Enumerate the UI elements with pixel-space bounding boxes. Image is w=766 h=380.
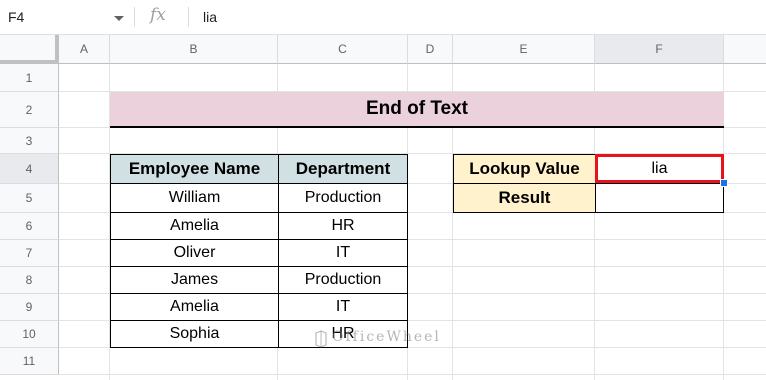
watermark: OfficeWheel <box>332 329 441 345</box>
divider <box>134 7 135 27</box>
row-header-11[interactable]: 11 <box>0 348 59 375</box>
row-header-3[interactable]: 3 <box>0 128 59 154</box>
row-header-7[interactable]: 7 <box>0 240 59 267</box>
column-header-a[interactable]: A <box>59 35 110 64</box>
table-cell-department[interactable]: IT <box>278 239 408 267</box>
column-header-e[interactable]: E <box>453 35 595 64</box>
row-header-5[interactable]: 5 <box>0 184 59 213</box>
select-all-corner[interactable] <box>0 35 59 64</box>
table-cell-name[interactable]: Amelia <box>110 293 279 321</box>
sheet-title[interactable]: End of Text <box>110 92 724 128</box>
row-header-8[interactable]: 8 <box>0 267 59 294</box>
table-cell-name[interactable]: William <box>110 183 279 213</box>
table-cell-name[interactable]: Sophia <box>110 320 279 348</box>
table-cell-name[interactable]: James <box>110 266 279 294</box>
table-cell-department[interactable]: Production <box>278 266 408 294</box>
result-label[interactable]: Result <box>453 183 596 213</box>
row-header-9[interactable]: 9 <box>0 294 59 321</box>
column-header-c[interactable]: C <box>278 35 408 64</box>
formula-input[interactable]: lia <box>203 9 217 25</box>
row-header-10[interactable]: 10 <box>0 321 59 348</box>
table-cell-department[interactable]: HR <box>278 212 408 240</box>
column-header-b[interactable]: B <box>110 35 278 64</box>
column-header-d[interactable]: D <box>408 35 453 64</box>
table-header-employee-name[interactable]: Employee Name <box>110 154 279 184</box>
row-header-1[interactable]: 1 <box>0 64 59 92</box>
row-header-6[interactable]: 6 <box>0 213 59 240</box>
table-cell-name[interactable]: Oliver <box>110 239 279 267</box>
table-cell-department[interactable]: IT <box>278 293 408 321</box>
table-cell-name[interactable]: Amelia <box>110 212 279 240</box>
formula-bar: F4 fx lia <box>0 0 766 35</box>
table-header-department[interactable]: Department <box>278 154 408 184</box>
lookup-value-label[interactable]: Lookup Value <box>453 154 596 184</box>
lookup-value-cell[interactable]: lia <box>595 154 724 183</box>
fx-icon: fx <box>150 5 166 25</box>
column-header-g[interactable] <box>724 35 766 64</box>
chevron-down-icon[interactable] <box>114 16 124 21</box>
fill-handle[interactable] <box>720 179 728 187</box>
cell-reference: F4 <box>8 9 25 25</box>
column-header-f[interactable]: F <box>595 35 724 64</box>
officewheel-logo-icon <box>315 330 327 348</box>
divider <box>188 7 189 27</box>
gridline <box>59 374 766 375</box>
result-cell[interactable] <box>595 183 724 213</box>
row-header-2[interactable]: 2 <box>0 92 59 128</box>
row-header-4[interactable]: 4 <box>0 154 59 184</box>
table-cell-department[interactable]: Production <box>278 183 408 213</box>
name-box[interactable]: F4 <box>0 0 134 34</box>
